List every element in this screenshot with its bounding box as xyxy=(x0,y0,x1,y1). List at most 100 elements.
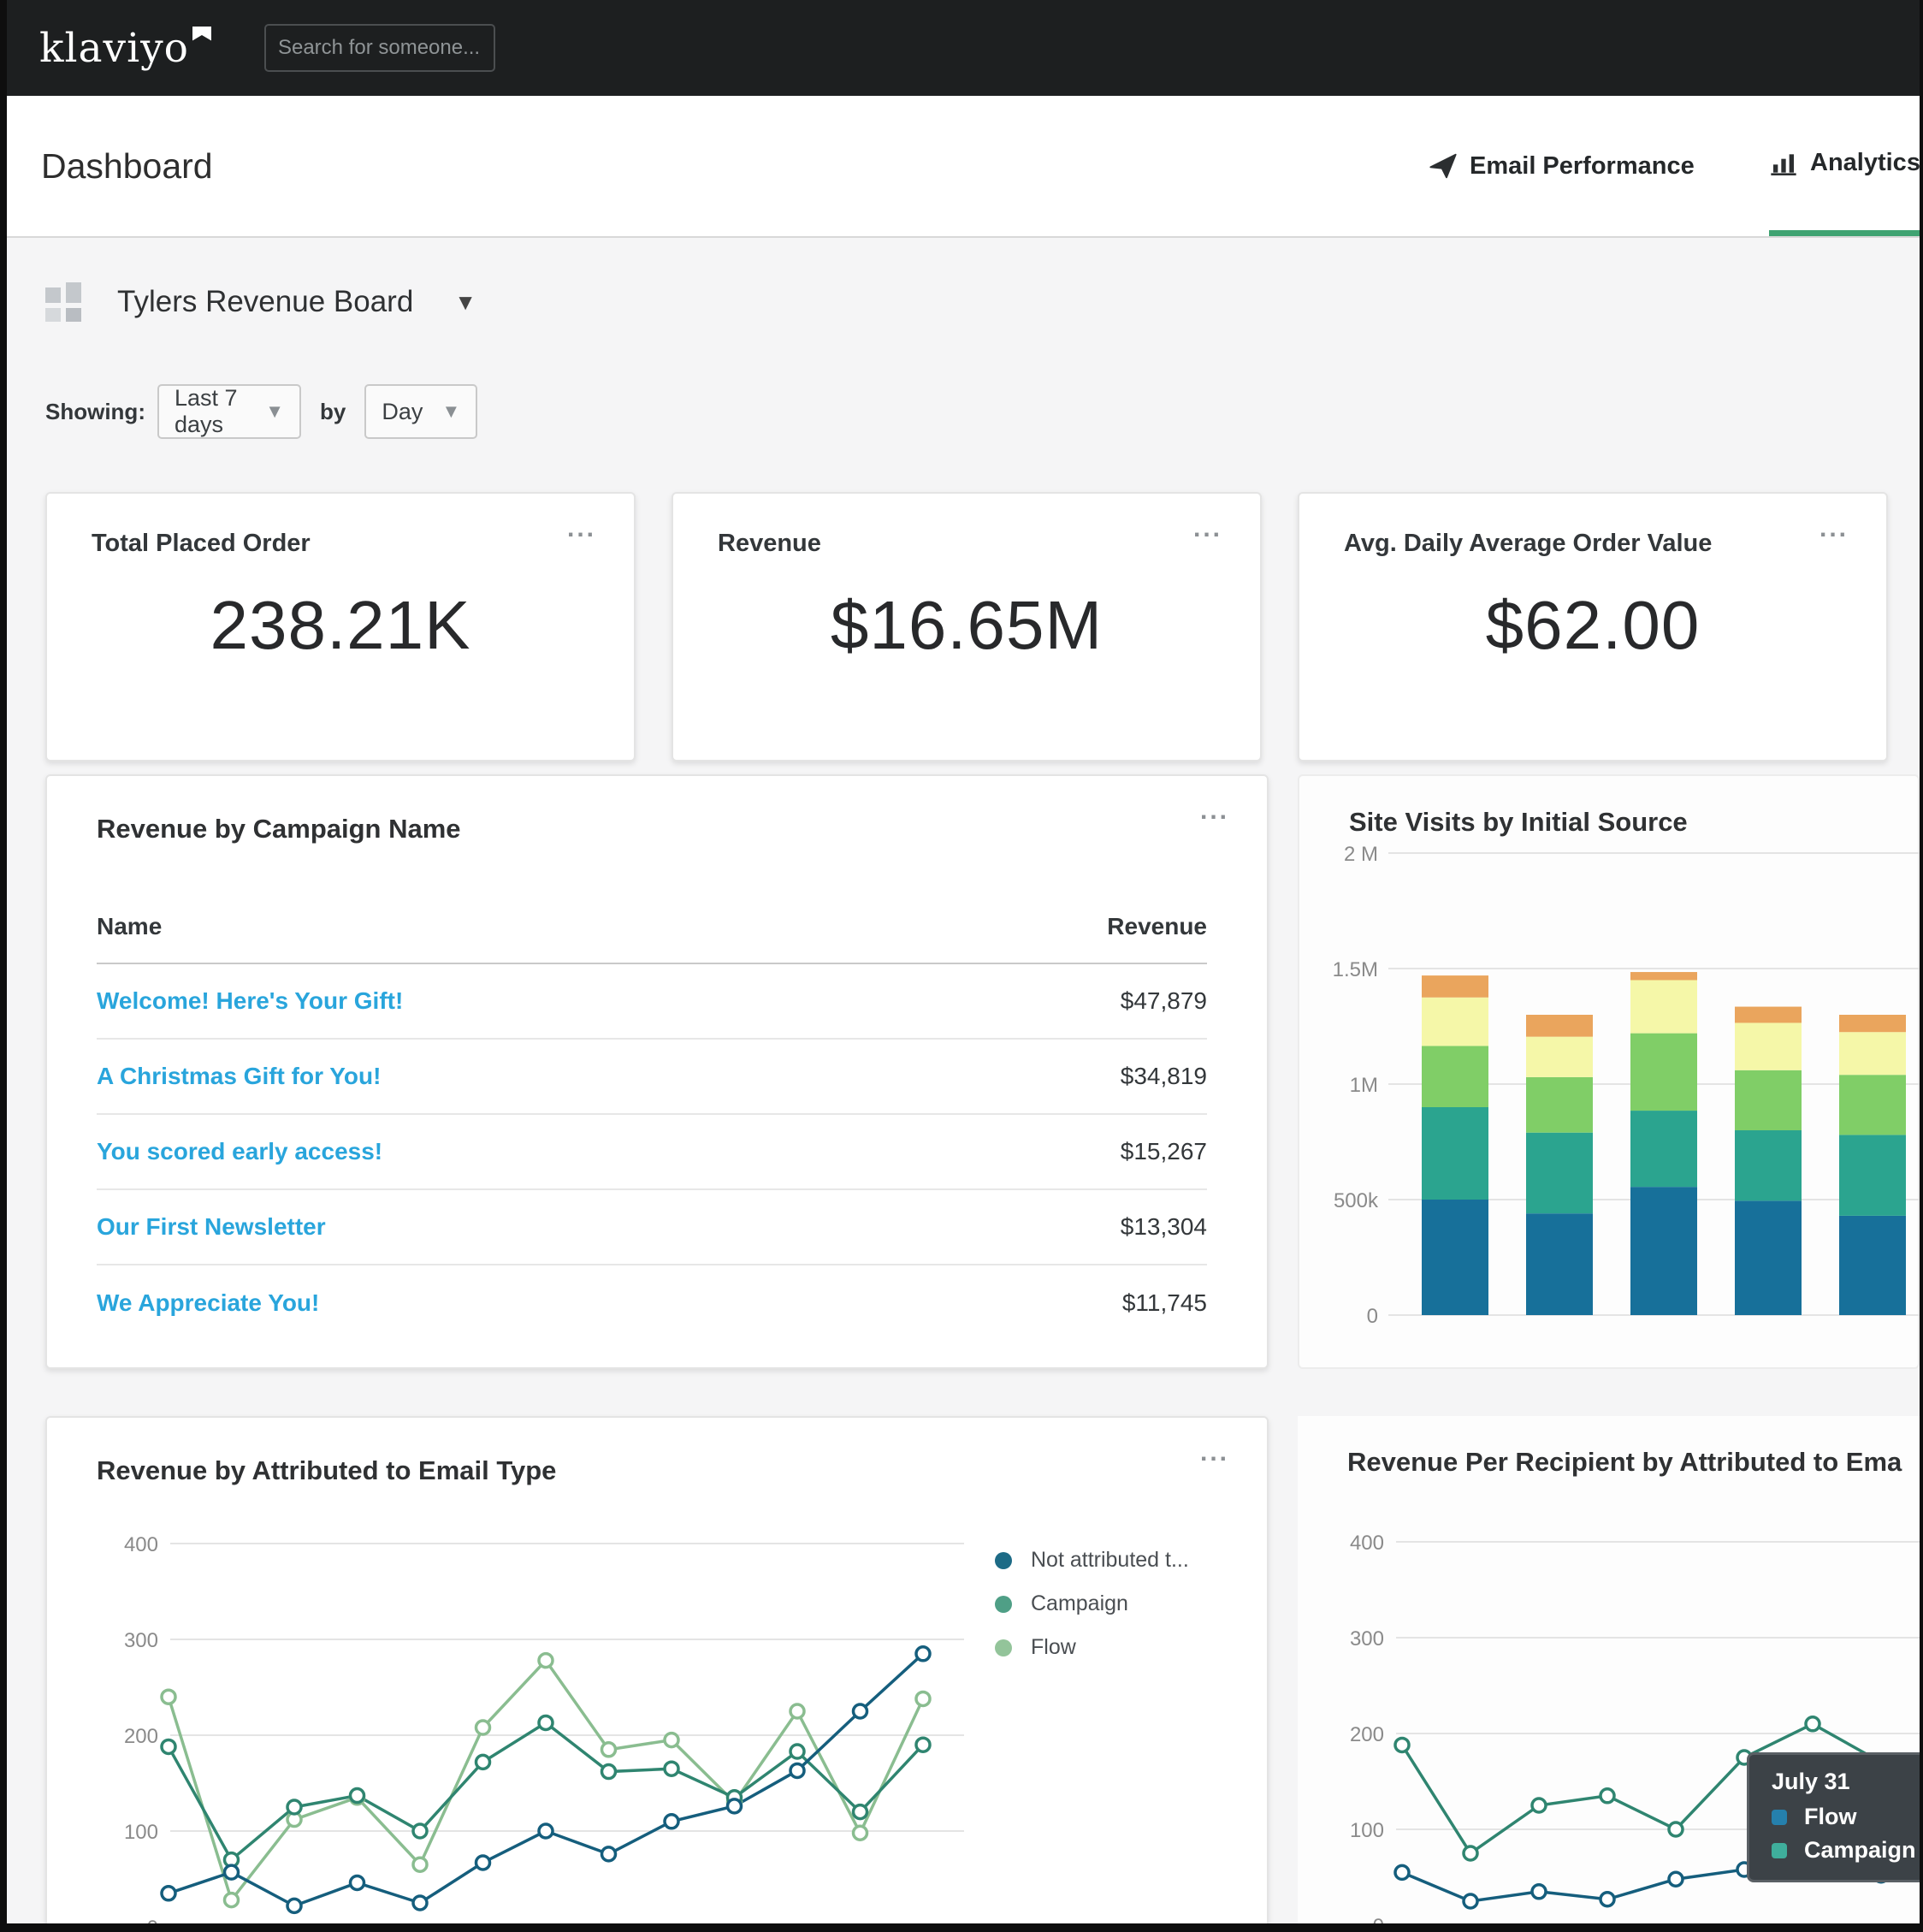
site-visits-card: Site Visits by Initial Source 2 M 1.5M 1M 5… xyxy=(1298,774,1920,1369)
tooltip-date: July 31 xyxy=(1772,1769,1920,1795)
svg-text:2 M: 2 M xyxy=(1344,845,1378,866)
svg-text:0: 0 xyxy=(147,1917,158,1923)
legend-label: Not attributed t... xyxy=(1031,1548,1189,1573)
table-row: Welcome! Here's Your Gift! $47,879 xyxy=(97,964,1207,1040)
legend-label: Flow xyxy=(1031,1635,1076,1660)
interval-select[interactable]: Day ▼ xyxy=(364,384,477,439)
klaviyo-logo-text: klaviyo xyxy=(39,25,189,72)
svg-text:0: 0 xyxy=(1367,1305,1378,1328)
column-header-revenue: Revenue xyxy=(1107,913,1207,940)
legend-item-flow[interactable]: Flow xyxy=(995,1635,1189,1660)
table-header-row: Name Revenue xyxy=(97,913,1207,964)
board-selector[interactable]: Tylers Revenue Board ▼ xyxy=(45,282,476,322)
site-visits-stacked-bar-chart: 2 M 1.5M 1M 500k 0 xyxy=(1299,845,1920,1371)
klaviyo-flag-icon xyxy=(192,27,211,41)
svg-text:200: 200 xyxy=(124,1725,158,1748)
campaign-link[interactable]: A Christmas Gift for You! xyxy=(97,1063,381,1090)
stat-card-total-placed-order: Total Placed Order ... 238.21K xyxy=(45,492,636,762)
revenue-value: $11,745 xyxy=(1122,1289,1207,1317)
revenue-value: $47,879 xyxy=(1121,987,1207,1015)
campaign-link[interactable]: You scored early access! xyxy=(97,1138,382,1165)
svg-text:100: 100 xyxy=(124,1821,158,1844)
campaign-table: Name Revenue Welcome! Here's Your Gift! … xyxy=(97,913,1207,1341)
svg-text:400: 400 xyxy=(124,1533,158,1556)
interval-value: Day xyxy=(382,399,423,425)
stat-card-revenue: Revenue ... $16.65M xyxy=(672,492,1262,762)
chart-title: Site Visits by Initial Source xyxy=(1349,807,1688,838)
svg-text:0: 0 xyxy=(1373,1915,1384,1923)
paper-plane-icon xyxy=(1429,152,1458,180)
stat-value: 238.21K xyxy=(47,586,634,665)
top-navigation-bar: klaviyo xyxy=(7,0,1920,96)
tab-analytics[interactable]: Analytics xyxy=(1769,96,1920,236)
bar-chart-icon xyxy=(1769,150,1798,177)
column-header-name: Name xyxy=(97,913,162,940)
caret-down-icon: ▼ xyxy=(442,400,461,423)
svg-text:100: 100 xyxy=(1350,1819,1384,1842)
svg-text:300: 300 xyxy=(124,1629,158,1652)
revenue-by-email-type-card: Revenue by Attributed to Email Type ... … xyxy=(45,1416,1269,1923)
chart-tooltip: July 31 Flow Campaign xyxy=(1747,1752,1920,1882)
svg-text:300: 300 xyxy=(1350,1627,1384,1650)
card-title: Revenue by Campaign Name xyxy=(97,814,461,845)
person-search-box xyxy=(264,24,495,72)
stat-card-avg-order-value: Avg. Daily Average Order Value ... $62.0… xyxy=(1298,492,1888,762)
legend-label: Campaign xyxy=(1031,1591,1128,1616)
legend-dot-icon xyxy=(995,1639,1012,1656)
page-title: Dashboard xyxy=(41,96,213,236)
legend-dot-icon xyxy=(995,1552,1012,1569)
dashboard-grid-icon xyxy=(45,282,81,322)
svg-text:400: 400 xyxy=(1350,1532,1384,1555)
table-row: A Christmas Gift for You! $34,819 xyxy=(97,1040,1207,1115)
revenue-value: $13,304 xyxy=(1121,1213,1207,1241)
stat-value: $16.65M xyxy=(673,586,1260,665)
tab-label: Analytics xyxy=(1810,149,1920,177)
svg-text:1.5M: 1.5M xyxy=(1333,958,1378,981)
filter-bar: Showing: Last 7 days ▼ by Day ▼ xyxy=(45,383,477,440)
table-row: Our First Newsletter $13,304 xyxy=(97,1190,1207,1265)
caret-down-icon[interactable]: ▼ xyxy=(454,289,476,316)
by-label: by xyxy=(320,399,346,425)
tooltip-row-flow: Flow xyxy=(1772,1804,1920,1830)
svg-text:500k: 500k xyxy=(1334,1189,1379,1212)
tooltip-label: Flow xyxy=(1804,1804,1857,1830)
campaign-link[interactable]: Welcome! Here's Your Gift! xyxy=(97,987,403,1015)
klaviyo-logo[interactable]: klaviyo xyxy=(39,25,211,72)
stat-title: Revenue xyxy=(718,530,821,558)
tab-email-performance[interactable]: Email Performance xyxy=(1429,96,1695,236)
app-window: klaviyo Dashboard Email Performance xyxy=(7,0,1920,1923)
campaign-link[interactable]: Our First Newsletter xyxy=(97,1213,326,1241)
card-menu-button[interactable]: ... xyxy=(1200,1440,1229,1466)
revenue-value: $34,819 xyxy=(1121,1063,1207,1090)
tooltip-row-campaign: Campaign xyxy=(1772,1837,1920,1864)
revenue-per-recipient-card: Revenue Per Recipient by Attributed to E… xyxy=(1298,1416,1920,1923)
revenue-value: $15,267 xyxy=(1121,1138,1207,1165)
card-menu-button[interactable]: ... xyxy=(1193,516,1222,542)
table-row: We Appreciate You! $11,745 xyxy=(97,1265,1207,1341)
card-menu-button[interactable]: ... xyxy=(1819,516,1849,542)
chart-title: Revenue by Attributed to Email Type xyxy=(97,1455,556,1486)
table-row: You scored early access! $15,267 xyxy=(97,1115,1207,1190)
legend-dot-icon xyxy=(995,1596,1012,1613)
search-input[interactable] xyxy=(278,36,543,60)
card-menu-button[interactable]: ... xyxy=(567,516,596,542)
tooltip-dot-icon xyxy=(1772,1843,1787,1858)
stat-cards-row: Total Placed Order ... 238.21K Revenue .… xyxy=(45,492,1888,762)
board-title: Tylers Revenue Board xyxy=(117,285,413,319)
date-range-select[interactable]: Last 7 days ▼ xyxy=(157,384,301,439)
svg-text:200: 200 xyxy=(1350,1723,1384,1746)
caret-down-icon: ▼ xyxy=(265,400,284,423)
page-header: Dashboard Email Performance Analytics xyxy=(7,96,1920,238)
campaign-link[interactable]: We Appreciate You! xyxy=(97,1289,319,1317)
tab-label: Email Performance xyxy=(1470,152,1695,181)
revenue-by-campaign-card: Revenue by Campaign Name ... Name Revenu… xyxy=(45,774,1269,1369)
card-menu-button[interactable]: ... xyxy=(1200,798,1229,824)
legend-item-not-attributed[interactable]: Not attributed t... xyxy=(995,1548,1189,1573)
tooltip-dot-icon xyxy=(1772,1810,1787,1825)
chart-title: Revenue Per Recipient by Attributed to E… xyxy=(1347,1447,1902,1478)
legend-item-campaign[interactable]: Campaign xyxy=(995,1591,1189,1616)
stat-title: Total Placed Order xyxy=(92,530,311,558)
showing-label: Showing: xyxy=(45,399,145,425)
stat-title: Avg. Daily Average Order Value xyxy=(1344,530,1712,558)
svg-text:1M: 1M xyxy=(1350,1074,1378,1097)
